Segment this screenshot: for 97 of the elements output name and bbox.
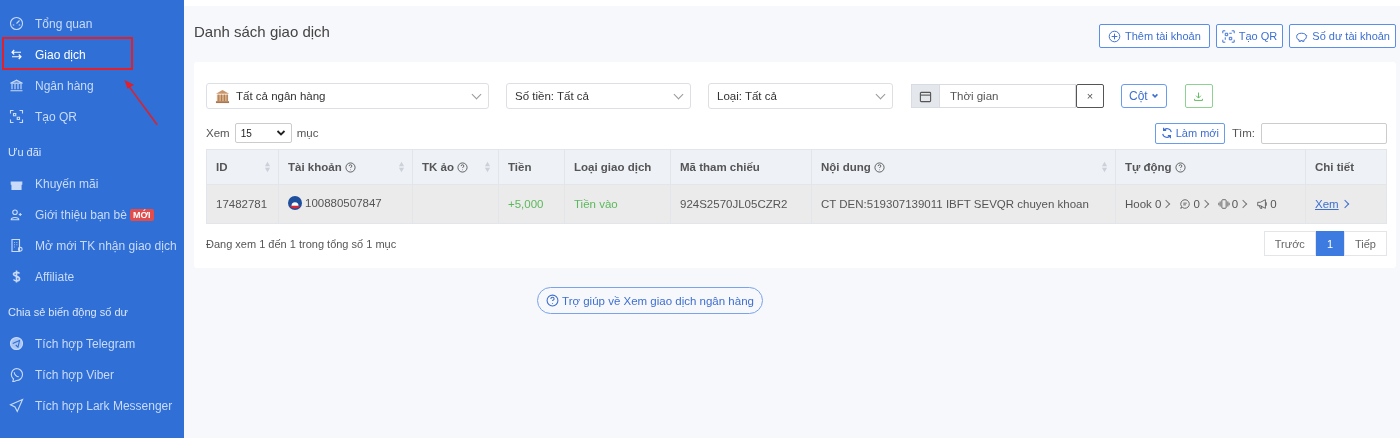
previous-button[interactable]: Trước — [1263, 231, 1316, 256]
column-header[interactable]: Nội dung — [811, 149, 1116, 185]
nav-item[interactable]: Tích hợp Viber — [0, 359, 184, 390]
table-cell: 924S2570JL05CZR2 — [670, 184, 812, 224]
nav-label: Affiliate — [35, 269, 75, 284]
action-button[interactable]: Số dư tài khoản — [1289, 24, 1396, 48]
caret-icon — [275, 128, 286, 138]
column-header[interactable]: TK ảo — [412, 149, 499, 185]
clear-button[interactable]: × — [1076, 84, 1104, 108]
plane-icon — [9, 398, 24, 413]
viber-icon — [9, 367, 24, 382]
nav-item[interactable]: Tích hợp Telegram — [0, 328, 184, 359]
sort-icon — [398, 161, 405, 173]
next-button[interactable]: Tiếp — [1344, 231, 1387, 256]
refresh-icon — [1160, 127, 1173, 139]
bank-select[interactable]: Tất cả ngân hàng — [206, 83, 489, 109]
gauge-icon — [9, 16, 24, 31]
chat-icon — [1179, 198, 1192, 210]
help-icon — [873, 161, 885, 173]
page-title: Danh sách giao dịch — [194, 23, 330, 40]
column-header[interactable]: ID — [206, 149, 279, 185]
bank-logo-icon — [288, 196, 302, 210]
plus-icon — [1107, 29, 1121, 43]
section-heading: Chia sẻ biến động số dư — [7, 305, 129, 320]
help-icon — [546, 294, 560, 307]
sort-icon — [264, 161, 271, 173]
nav-label: Mở mới TK nhận giao dịch — [35, 238, 177, 253]
userplus-icon — [9, 207, 24, 222]
nav-label: Tổng quan — [35, 16, 93, 31]
doc-icon — [9, 238, 24, 253]
table-cell: CT DEN:519307139011 IBFT SEVQR chuyen khoan — [811, 184, 1116, 224]
bank-icon — [215, 88, 230, 104]
nav-item[interactable]: Khuyến mãi — [0, 168, 184, 199]
nav-label: Tích hợp Telegram — [35, 336, 136, 351]
sort-icon — [484, 161, 491, 173]
nav-item[interactable]: Mở mới TK nhận giao dịch — [0, 230, 184, 261]
account-number: 100880507847 — [305, 197, 382, 209]
entries-label: mục — [296, 127, 319, 139]
view-link[interactable]: Xem — [1315, 198, 1339, 210]
new-badge: MỚI — [129, 208, 154, 221]
nav-item[interactable]: Tích hợp Lark Messenger — [0, 390, 184, 421]
type-cell: Tiền vào — [564, 184, 671, 224]
phone-vibrate-icon — [1217, 198, 1230, 210]
megaphone-icon — [1256, 198, 1269, 210]
page-size-select[interactable]: 15 — [234, 123, 292, 143]
telegram-icon — [9, 336, 24, 351]
column-header[interactable]: Chi tiết — [1305, 149, 1387, 185]
nav-label: Tích hợp Lark Messenger — [35, 398, 173, 413]
calendar-icon — [911, 84, 940, 108]
nav-label: Ngân hàng — [35, 78, 94, 93]
swap-icon — [9, 47, 24, 62]
nav-item[interactable]: Tổng quan — [0, 8, 184, 39]
search-field[interactable] — [1261, 122, 1387, 144]
chat-count[interactable]: 0 — [1193, 198, 1200, 210]
nav-label: Tích hợp Viber — [35, 367, 115, 382]
refresh-button[interactable]: Làm mới — [1154, 122, 1225, 144]
help-icon — [1174, 161, 1186, 173]
date-field[interactable]: Thời gian — [940, 84, 1076, 108]
action-button[interactable]: Tạo QR — [1215, 24, 1284, 48]
nav-label: Giới thiệu bạn bè — [35, 207, 127, 222]
show-label: Xem — [206, 127, 230, 139]
download-icon — [1193, 90, 1205, 102]
help-button[interactable]: Trợ giúp về Xem giao dịch ngân hàng — [537, 287, 763, 314]
amount-cell: +5,000 — [498, 184, 565, 224]
columns-button[interactable]: Cột — [1121, 84, 1167, 108]
page-button[interactable]: 1 — [1315, 231, 1344, 256]
nav-item[interactable]: Giao dịch — [0, 39, 184, 70]
nav-label: Khuyến mãi — [35, 176, 99, 191]
column-header[interactable]: Tiền — [498, 149, 565, 185]
table-info: Đang xem 1 đến 1 trong tổng số 1 mục — [206, 237, 397, 250]
action-button[interactable]: Thêm tài khoản — [1098, 24, 1210, 48]
section-heading: Ưu đãi — [7, 145, 43, 160]
help-icon — [344, 161, 356, 173]
nav-label: Giao dịch — [35, 47, 86, 62]
help-icon — [456, 161, 468, 173]
qr-icon — [9, 109, 24, 124]
nav-item[interactable]: Giới thiệu bạn bè MỚI — [0, 199, 184, 230]
column-header[interactable]: Loại giao dịch — [564, 149, 671, 185]
amount-select[interactable]: Số tiền: Tất cả — [506, 83, 691, 109]
column-header[interactable]: Mã tham chiếu — [670, 149, 812, 185]
sort-icon — [1101, 161, 1108, 173]
caret-icon — [1150, 92, 1159, 100]
column-header[interactable]: Tự động — [1115, 149, 1306, 185]
nav-item[interactable]: Tạo QR — [0, 101, 184, 132]
broadcast-count[interactable]: 0 — [1270, 198, 1277, 210]
download-button[interactable] — [1184, 84, 1213, 108]
type-select[interactable]: Loại: Tất cả — [708, 83, 893, 109]
nav-item[interactable]: Affiliate — [0, 261, 184, 292]
qr-icon — [1221, 29, 1235, 43]
nav-item[interactable]: Ngân hàng — [0, 70, 184, 101]
column-header[interactable]: Tài khoản — [278, 149, 413, 185]
bank-icon — [9, 78, 24, 93]
nav-label: Tạo QR — [35, 109, 77, 124]
table-cell: 17482781 — [206, 184, 279, 224]
hook-count[interactable]: Hook 0 — [1125, 198, 1162, 210]
phone-count[interactable]: 0 — [1231, 198, 1239, 210]
search-label: Tìm: — [1232, 127, 1255, 139]
